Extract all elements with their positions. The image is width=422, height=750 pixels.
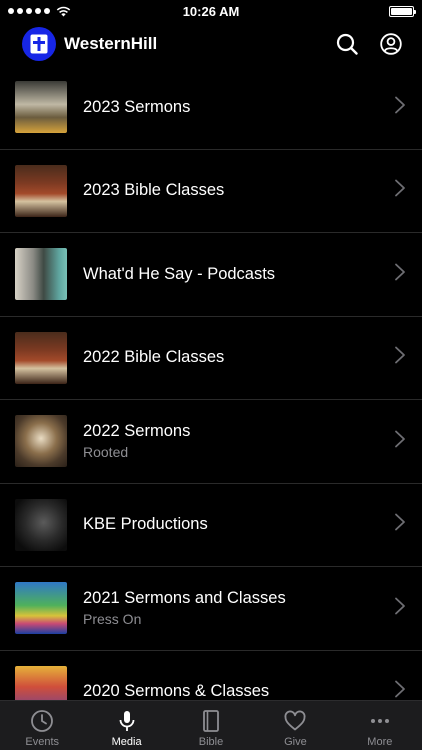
item-title: KBE Productions bbox=[83, 515, 208, 534]
tab-bible[interactable]: Bible bbox=[169, 701, 253, 750]
item-text: KBE Productions bbox=[83, 515, 394, 534]
media-list-item[interactable]: 2021 Sermons and Classes Press On bbox=[0, 567, 422, 651]
app-title: WesternHill bbox=[64, 34, 158, 53]
item-text: 2021 Sermons and Classes Press On bbox=[83, 589, 394, 627]
app-header: WesternHill bbox=[0, 22, 422, 66]
item-title: 2021 Sermons and Classes bbox=[83, 589, 286, 608]
media-list-item[interactable]: 2022 Bible Classes bbox=[0, 317, 422, 400]
chevron-right-icon bbox=[394, 346, 406, 369]
search-icon bbox=[336, 33, 358, 55]
heart-icon bbox=[282, 708, 308, 734]
item-text: 2022 Bible Classes bbox=[83, 348, 394, 367]
microphone-icon bbox=[114, 708, 140, 734]
series-artwork bbox=[15, 164, 67, 217]
series-artwork bbox=[15, 81, 67, 134]
item-text: 2020 Sermons & Classes bbox=[83, 682, 394, 700]
item-subtitle: Rooted bbox=[83, 444, 129, 461]
media-list-item[interactable]: 2023 Sermons bbox=[0, 66, 422, 150]
chevron-right-icon bbox=[394, 597, 406, 620]
media-list-item[interactable]: 2020 Sermons & Classes bbox=[0, 651, 422, 700]
tab-bar: Events Media Bible Give More bbox=[0, 700, 422, 750]
series-artwork bbox=[15, 415, 67, 468]
media-list-item[interactable]: 2023 Bible Classes bbox=[0, 150, 422, 233]
book-icon bbox=[198, 708, 224, 734]
tab-label: Media bbox=[111, 736, 142, 748]
battery-icon bbox=[389, 5, 416, 17]
chevron-right-icon bbox=[394, 680, 406, 700]
item-text: What'd He Say - Podcasts bbox=[83, 265, 394, 284]
item-text: 2022 Sermons Rooted bbox=[83, 422, 394, 460]
tab-label: Events bbox=[25, 736, 60, 748]
status-bar: 10:26 AM bbox=[0, 0, 422, 22]
chevron-right-icon bbox=[394, 96, 406, 119]
item-text: 2023 Bible Classes bbox=[83, 181, 394, 200]
item-title: 2023 Bible Classes bbox=[83, 181, 225, 200]
search-button[interactable] bbox=[332, 29, 362, 59]
media-list-item[interactable]: 2022 Sermons Rooted bbox=[0, 400, 422, 484]
tab-label: More bbox=[367, 736, 393, 748]
media-list-item[interactable]: KBE Productions bbox=[0, 484, 422, 567]
wifi-icon bbox=[56, 6, 71, 16]
chevron-right-icon bbox=[394, 430, 406, 453]
item-subtitle: Press On bbox=[83, 611, 142, 628]
series-artwork bbox=[15, 665, 67, 700]
status-left bbox=[8, 6, 71, 17]
tab-media[interactable]: Media bbox=[84, 701, 168, 750]
item-title: 2022 Sermons bbox=[83, 422, 191, 441]
item-title: 2020 Sermons & Classes bbox=[83, 682, 270, 700]
chevron-right-icon bbox=[394, 263, 406, 286]
tab-label: Give bbox=[284, 736, 307, 748]
series-artwork bbox=[15, 498, 67, 551]
ellipsis-icon bbox=[367, 708, 393, 734]
item-title: 2023 Sermons bbox=[83, 97, 191, 116]
profile-button[interactable] bbox=[376, 29, 406, 59]
chevron-right-icon bbox=[394, 179, 406, 202]
series-artwork bbox=[15, 248, 67, 301]
item-title: 2022 Bible Classes bbox=[83, 348, 225, 367]
tab-more[interactable]: More bbox=[338, 701, 422, 750]
media-list: 2023 Sermons 2023 Bible Classes What'd He … bbox=[0, 66, 422, 700]
media-list-item[interactable]: What'd He Say - Podcasts bbox=[0, 233, 422, 317]
item-title: What'd He Say - Podcasts bbox=[83, 264, 276, 283]
chevron-right-icon bbox=[394, 513, 406, 536]
church-logo-icon bbox=[22, 27, 56, 61]
item-text: 2023 Sermons bbox=[83, 98, 394, 117]
tab-events[interactable]: Events bbox=[0, 701, 84, 750]
tab-label: Bible bbox=[198, 736, 224, 748]
user-icon bbox=[380, 33, 402, 55]
tab-give[interactable]: Give bbox=[253, 701, 337, 750]
clock-icon bbox=[29, 708, 55, 734]
series-artwork bbox=[15, 582, 67, 635]
series-artwork bbox=[15, 331, 67, 384]
signal-icon bbox=[8, 8, 50, 14]
